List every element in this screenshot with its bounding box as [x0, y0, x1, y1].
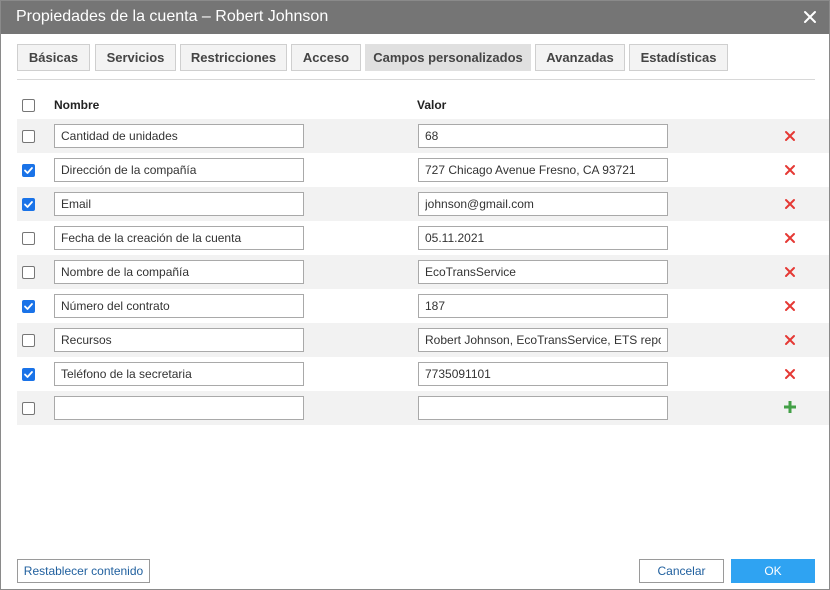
table-row: [17, 289, 829, 323]
table-row: [17, 187, 829, 221]
close-button[interactable]: [801, 8, 819, 26]
delete-icon: [785, 267, 795, 277]
field-value-input[interactable]: [418, 294, 668, 318]
field-name-input[interactable]: [54, 158, 304, 182]
row-checkbox[interactable]: [22, 402, 35, 415]
tab-avanzadas[interactable]: Avanzadas: [535, 44, 625, 71]
new-field-row: [17, 391, 829, 425]
checkmark-icon: [24, 167, 33, 174]
new-field-name-input[interactable]: [54, 396, 304, 420]
delete-icon: [785, 369, 795, 379]
checkmark-icon: [24, 371, 33, 378]
row-checkbox[interactable]: [22, 334, 35, 347]
row-checkbox[interactable]: [22, 266, 35, 279]
field-name-input[interactable]: [54, 294, 304, 318]
field-name-input[interactable]: [54, 226, 304, 250]
delete-field-button[interactable]: [784, 300, 796, 312]
delete-field-button[interactable]: [784, 198, 796, 210]
tab-restricciones[interactable]: Restricciones: [180, 44, 287, 71]
field-value-input[interactable]: [418, 362, 668, 386]
plus-icon: [784, 401, 796, 413]
field-name-input[interactable]: [54, 362, 304, 386]
field-value-input[interactable]: [418, 226, 668, 250]
delete-icon: [785, 131, 795, 141]
row-checkbox[interactable]: [22, 368, 35, 381]
checkmark-icon: [24, 303, 33, 310]
field-name-input[interactable]: [54, 328, 304, 352]
delete-field-button[interactable]: [784, 164, 796, 176]
delete-icon: [785, 233, 795, 243]
tab-servicios[interactable]: Servicios: [95, 44, 176, 71]
reset-content-button[interactable]: Restablecer contenido: [17, 559, 150, 583]
delete-icon: [785, 165, 795, 175]
row-checkbox[interactable]: [22, 164, 35, 177]
column-header-value: Valor: [417, 98, 447, 112]
row-checkbox[interactable]: [22, 198, 35, 211]
field-name-input[interactable]: [54, 192, 304, 216]
delete-field-button[interactable]: [784, 130, 796, 142]
delete-field-button[interactable]: [784, 334, 796, 346]
delete-field-button[interactable]: [784, 232, 796, 244]
row-checkbox[interactable]: [22, 232, 35, 245]
table-row: [17, 119, 829, 153]
field-name-input[interactable]: [54, 260, 304, 284]
delete-icon: [785, 301, 795, 311]
tab-acceso[interactable]: Acceso: [291, 44, 361, 71]
field-value-input[interactable]: [418, 124, 668, 148]
field-value-input[interactable]: [418, 158, 668, 182]
tabs-divider: [17, 79, 815, 80]
checkmark-icon: [24, 201, 33, 208]
account-properties-dialog: Propiedades de la cuenta – Robert Johnso…: [0, 0, 830, 590]
field-value-input[interactable]: [418, 192, 668, 216]
tab-estadisticas[interactable]: Estadísticas: [629, 44, 728, 71]
row-checkbox[interactable]: [22, 300, 35, 313]
table-row: [17, 153, 829, 187]
window-title: Propiedades de la cuenta – Robert Johnso…: [16, 8, 329, 25]
new-field-value-input[interactable]: [418, 396, 668, 420]
ok-button[interactable]: OK: [731, 559, 815, 583]
table-row: [17, 255, 829, 289]
tab-campos-personalizados[interactable]: Campos personalizados: [365, 44, 531, 71]
close-icon: [804, 11, 816, 23]
title-bar: Propiedades de la cuenta – Robert Johnso…: [1, 1, 829, 34]
column-header-name: Nombre: [54, 98, 100, 112]
row-checkbox[interactable]: [22, 130, 35, 143]
delete-icon: [785, 335, 795, 345]
delete-field-button[interactable]: [784, 266, 796, 278]
cancel-button[interactable]: Cancelar: [639, 559, 724, 583]
field-value-input[interactable]: [418, 260, 668, 284]
table-row: [17, 323, 829, 357]
tab-basicas[interactable]: Básicas: [17, 44, 90, 71]
select-all-checkbox[interactable]: [22, 99, 35, 112]
add-field-button[interactable]: [783, 400, 797, 414]
field-value-input[interactable]: [418, 328, 668, 352]
table-row: [17, 357, 829, 391]
field-name-input[interactable]: [54, 124, 304, 148]
delete-field-button[interactable]: [784, 368, 796, 380]
table-row: [17, 221, 829, 255]
delete-icon: [785, 199, 795, 209]
